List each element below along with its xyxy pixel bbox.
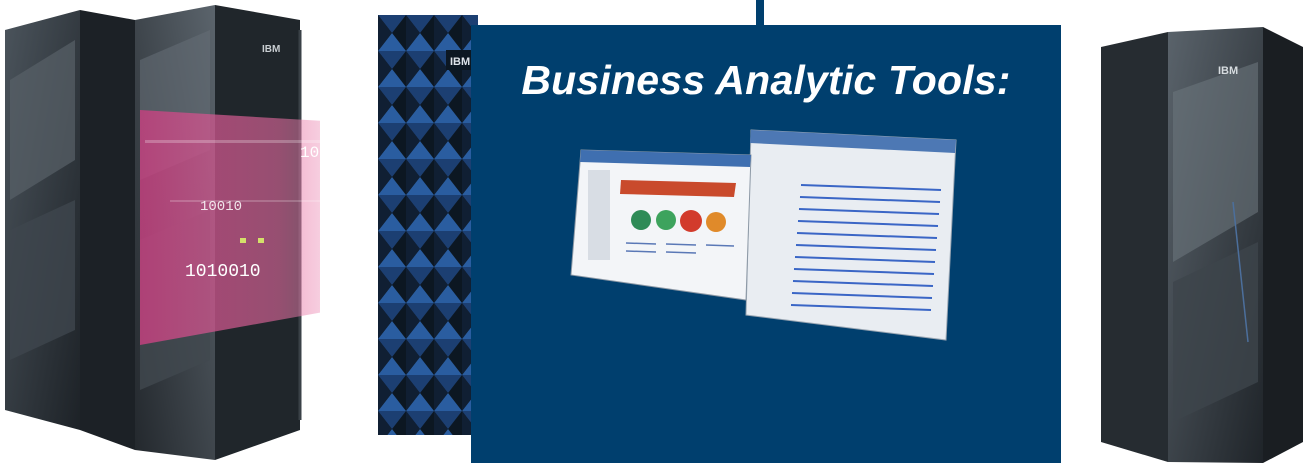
stream-text-1: 1010101 [300, 144, 320, 162]
mainframe-right-image: IBM [1101, 27, 1303, 463]
stream-text-2: 10010 [200, 199, 242, 215]
stream-text-3: 1010010 [185, 262, 261, 282]
mainframe-middle-image: IBM [378, 15, 478, 435]
connector-line [756, 0, 764, 25]
mainframe-left-image: 1010101 10010 1010010 IBM [5, 5, 320, 460]
analytics-panel: Business Analytic Tools: [471, 25, 1061, 463]
ibm-logo-left: IBM [262, 44, 280, 55]
analytics-screenshots-image [570, 129, 957, 341]
panel-title: Business Analytic Tools: [521, 57, 1011, 103]
ibm-logo-middle: IBM [450, 56, 470, 68]
ibm-logo-right: IBM [1218, 65, 1238, 77]
